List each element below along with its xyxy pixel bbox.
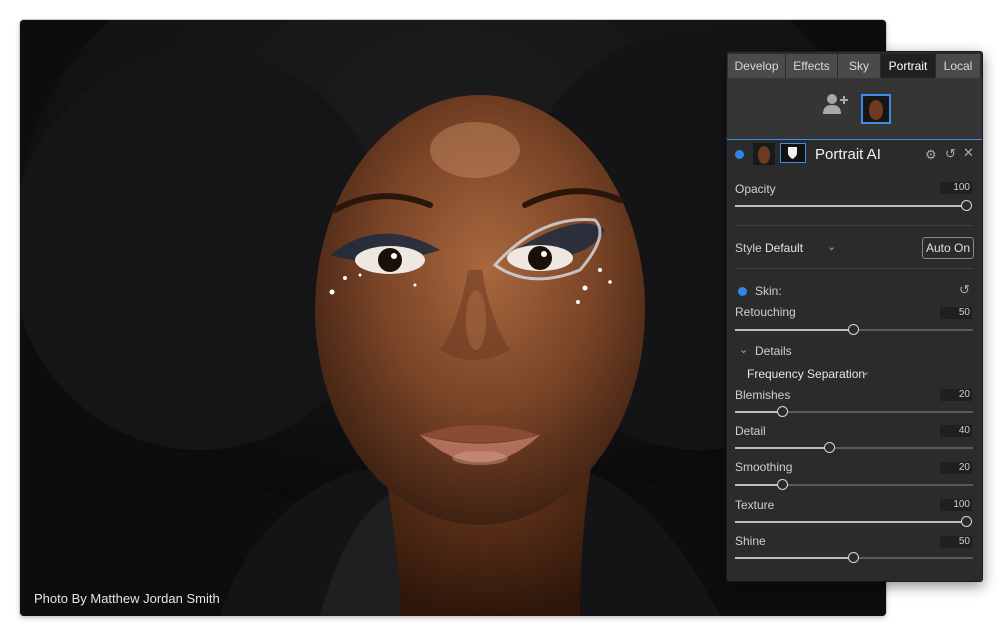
retouching-slider-handle[interactable] (848, 324, 859, 335)
retouching-label: Retouching (735, 305, 796, 319)
retouching-slider-fill (735, 329, 854, 331)
chevron-down-icon[interactable]: ⌄ (827, 240, 836, 253)
blemishes-value[interactable]: 20 (940, 389, 972, 401)
opacity-slider[interactable] (735, 200, 972, 211)
detail-slider-fill (735, 447, 831, 449)
photo-credit: Photo By Matthew Jordan Smith (34, 591, 220, 606)
smoothing-slider[interactable] (735, 479, 973, 490)
blemishes-slider-fill (735, 411, 783, 413)
blemishes-slider[interactable] (735, 406, 973, 417)
tab-develop[interactable]: Develop (728, 54, 786, 78)
tab-portrait[interactable]: Portrait (881, 54, 936, 78)
opacity-slider-handle[interactable] (961, 200, 972, 211)
shine-label: Shine (735, 534, 766, 548)
method-chevron-down-icon[interactable]: ⌄ (861, 365, 870, 378)
shine-value[interactable]: 50 (940, 536, 972, 548)
detail-value[interactable]: 40 (940, 425, 972, 437)
detail-label: Detail (735, 424, 766, 438)
layer-face-thumbnail (753, 143, 775, 165)
layer-row: Portrait AI ⚙ ↺ ✕ (727, 140, 982, 168)
detail-slider[interactable] (735, 442, 973, 453)
style-label: Style (735, 241, 762, 255)
detail-slider-handle[interactable] (824, 442, 836, 453)
auto-on-button[interactable]: Auto On (922, 237, 974, 259)
skin-label: Skin: (755, 284, 782, 298)
tab-effects[interactable]: Effects (786, 54, 838, 78)
style-dropdown[interactable]: Default (765, 241, 803, 255)
texture-slider-fill (735, 521, 967, 523)
texture-value[interactable]: 100 (940, 499, 972, 511)
skin-enabled-indicator[interactable] (738, 287, 747, 296)
texture-slider-handle[interactable] (961, 516, 972, 527)
smoothing-value[interactable]: 20 (940, 462, 972, 474)
mask-icon[interactable] (780, 143, 806, 163)
shine-slider-handle[interactable] (848, 552, 859, 563)
face-thumbnail-selected[interactable] (861, 94, 891, 124)
add-person-icon[interactable] (823, 93, 849, 118)
opacity-label: Opacity (735, 182, 776, 196)
opacity-value[interactable]: 100 (940, 182, 972, 194)
texture-slider[interactable] (735, 516, 972, 527)
skin-reset-icon[interactable]: ↺ (959, 282, 970, 298)
blemishes-label: Blemishes (735, 388, 791, 402)
retouching-value[interactable]: 50 (940, 307, 972, 319)
divider (735, 225, 973, 226)
retouching-slider[interactable] (735, 324, 973, 335)
smoothing-label: Smoothing (735, 460, 793, 474)
layer-enabled-indicator[interactable] (735, 150, 744, 159)
texture-label: Texture (735, 498, 775, 512)
opacity-slider-fill (735, 205, 967, 207)
method-dropdown[interactable]: Frequency Separation (747, 367, 865, 381)
blemishes-slider-handle[interactable] (776, 406, 788, 417)
panel-tabs: Develop Effects Sky Portrait Local (728, 54, 981, 78)
close-icon[interactable]: ✕ (963, 145, 974, 161)
divider (735, 268, 973, 269)
portrait-panel: Develop Effects Sky Portrait Local Portr… (726, 51, 983, 582)
face-selector-bar (727, 78, 982, 140)
layer-title: Portrait AI (815, 146, 881, 163)
details-chevron-icon[interactable]: ⌄ (739, 343, 748, 356)
gear-icon[interactable]: ⚙ (925, 147, 937, 163)
tab-sky[interactable]: Sky (838, 54, 881, 78)
details-toggle[interactable]: Details (755, 344, 792, 358)
smoothing-slider-fill (735, 484, 783, 486)
smoothing-slider-handle[interactable] (776, 479, 788, 490)
shine-slider[interactable] (735, 552, 973, 563)
reset-icon[interactable]: ↺ (945, 146, 956, 162)
shine-slider-fill (735, 557, 854, 559)
tab-local[interactable]: Local (936, 54, 981, 78)
